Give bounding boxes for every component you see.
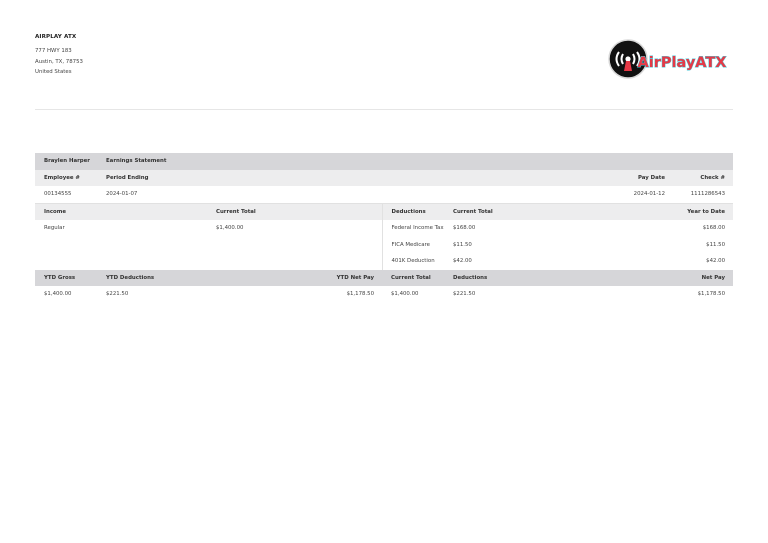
deductions-total-value: $221.50 xyxy=(444,286,584,303)
income-label: Regular xyxy=(35,220,207,237)
address-line-1: 777 HWY 183 xyxy=(35,48,72,54)
deduction-current: $42.00 xyxy=(444,253,584,270)
deduction-current: $11.50 xyxy=(444,236,584,253)
current-total-value: $1,400.00 xyxy=(382,286,444,303)
deductions-ytd-header: Year to Date xyxy=(584,202,734,220)
deduction-label: 401K Deduction xyxy=(381,253,444,270)
header-divider xyxy=(35,109,733,110)
deduction-label: FICA Medicare xyxy=(381,236,444,253)
table-row: 401K Deduction $42.00 $42.00 xyxy=(35,253,734,270)
employee-no: 00134555 xyxy=(35,186,97,203)
totals-values-row: $1,400.00 $221.50 $1,178.50 $1,400.00 $2… xyxy=(35,286,734,303)
current-total-header: Current Total xyxy=(382,269,444,286)
statement-title: Earnings Statement xyxy=(97,153,734,170)
deduction-ytd: $168.00 xyxy=(584,220,734,237)
pay-date-label: Pay Date xyxy=(584,169,673,186)
statement-table: Braylen Harper Earnings Statement Employ… xyxy=(35,153,734,303)
ytd-net-header: YTD Net Pay xyxy=(312,269,382,286)
income-current-total-header: Current Total xyxy=(207,202,382,220)
totals-header-row: YTD Gross YTD Deductions YTD Net Pay Cur… xyxy=(35,269,734,286)
deductions-total-header: Deductions xyxy=(444,269,584,286)
earnings-statement: Braylen Harper Earnings Statement Employ… xyxy=(35,153,734,303)
deduction-current: $168.00 xyxy=(444,220,584,237)
company-name: AIRPLAY ATX xyxy=(35,34,77,40)
deductions-header: Deductions xyxy=(381,202,444,220)
period-ending: 2024-01-07 xyxy=(97,186,584,203)
ytd-gross-header: YTD Gross xyxy=(35,269,97,286)
company-logo: AirPlayATX xyxy=(606,37,730,83)
address-country: United States xyxy=(35,69,72,75)
logo-text: AirPlayATX xyxy=(638,55,727,71)
pay-date: 2024-01-12 xyxy=(584,186,673,203)
ytd-net-value: $1,178.50 xyxy=(312,286,382,303)
statement-header-row: Braylen Harper Earnings Statement xyxy=(35,153,734,170)
period-ending-label: Period Ending xyxy=(97,169,584,186)
income-empty-cell xyxy=(35,253,382,270)
check-no: 1111286543 xyxy=(673,186,734,203)
employee-values-row: 00134555 2024-01-07 2024-01-12 111128654… xyxy=(35,186,734,203)
company-info: AIRPLAY ATX 777 HWY 183 Austin, TX, 7875… xyxy=(35,34,83,78)
table-row: FICA Medicare $11.50 $11.50 xyxy=(35,236,734,253)
income-amount: $1,400.00 xyxy=(207,220,382,237)
net-pay-header: Net Pay xyxy=(584,269,734,286)
ytd-deductions-header: YTD Deductions xyxy=(97,269,312,286)
deduction-label: Federal Income Tax xyxy=(381,220,444,237)
company-address: 777 HWY 183 Austin, TX, 78753 United Sta… xyxy=(35,46,83,78)
logo-graphic: AirPlayATX xyxy=(608,39,727,79)
income-empty-cell xyxy=(35,236,382,253)
ytd-deductions-value: $221.50 xyxy=(97,286,312,303)
net-pay-value: $1,178.50 xyxy=(584,286,734,303)
employee-name: Braylen Harper xyxy=(35,153,97,170)
employee-no-label: Employee # xyxy=(35,169,97,186)
address-line-2: Austin, TX, 78753 xyxy=(35,58,83,65)
employee-header-row: Employee # Period Ending Pay Date Check … xyxy=(35,169,734,186)
deduction-ytd: $11.50 xyxy=(584,236,734,253)
income-header: Income xyxy=(35,202,207,220)
income-deductions-header-row: Income Current Total Deductions Current … xyxy=(35,202,734,220)
check-label: Check # xyxy=(673,169,734,186)
deduction-ytd: $42.00 xyxy=(584,253,734,270)
table-row: Regular $1,400.00 Federal Income Tax $16… xyxy=(35,220,734,237)
ytd-gross-value: $1,400.00 xyxy=(35,286,97,303)
deductions-current-total-header: Current Total xyxy=(444,202,584,220)
